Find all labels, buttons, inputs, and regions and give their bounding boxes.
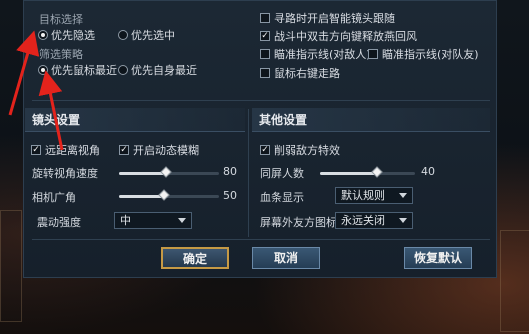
red-annotation-arrows [8, 30, 64, 151]
arrow-icon [8, 30, 40, 116]
arrow-icon [38, 70, 64, 151]
